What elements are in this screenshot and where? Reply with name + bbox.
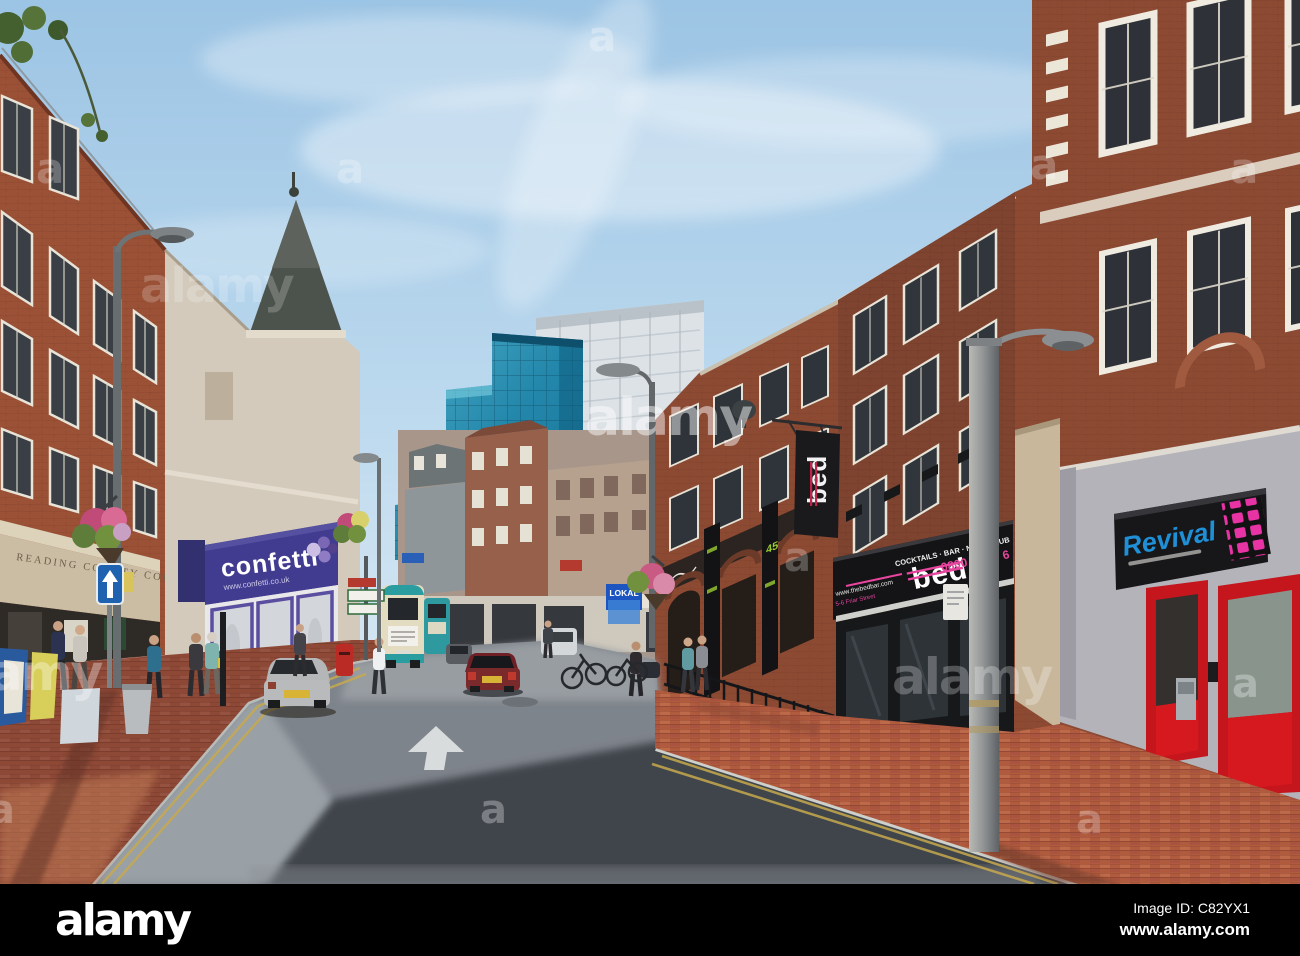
stock-photo-page: LOKAL READING COUNTY COURT [0,0,1300,956]
grey-car [446,644,472,664]
double-decker-bus [382,585,424,668]
second-bus [424,598,450,654]
red-car [463,653,523,697]
bollard [220,612,226,706]
alamy-footer-bar: alamy Image ID: C82YX1 www.alamy.com [0,884,1300,956]
postbox [336,643,353,676]
alamy-logo: alamy [55,894,192,946]
photo-scene: LOKAL READING COUNTY COURT [0,0,1300,884]
litter-bin [122,684,152,734]
image-id: Image ID: C82YX1 [1133,900,1250,916]
alamy-website: www.alamy.com [1119,920,1250,939]
silver-car [260,658,336,718]
distant-blue-sign [402,553,424,563]
